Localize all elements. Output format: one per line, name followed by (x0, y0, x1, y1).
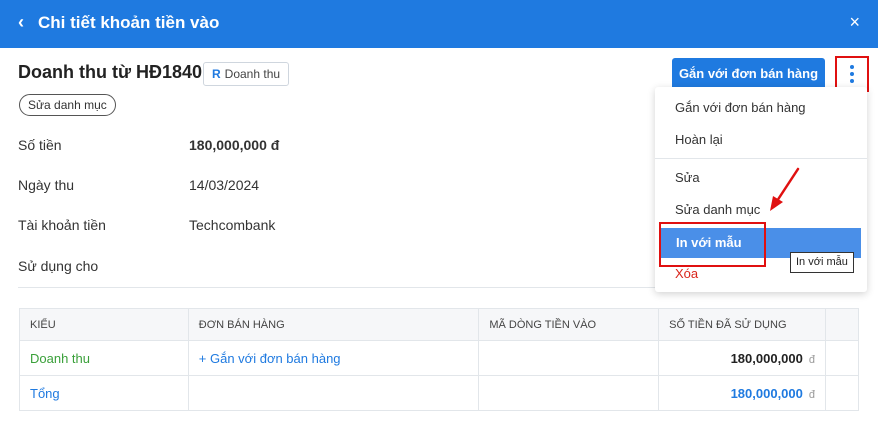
modal-header: ‹ Chi tiết khoản tiền vào × (0, 0, 878, 48)
category-tag: R Doanh thu (203, 62, 290, 86)
table-row: Doanh thu + Gắn với đơn bán hàng 180,000… (19, 340, 859, 376)
category-tag-letter: R (212, 67, 221, 81)
more-options-icon[interactable] (840, 61, 864, 87)
print-template-tooltip: In với mẫu (790, 252, 854, 273)
back-icon[interactable]: ‹ (18, 12, 24, 33)
column-header-amount: SỐ TIỀN ĐÃ SỬ DỤNG (658, 308, 826, 341)
row-amount: 180,000,000 (730, 350, 803, 366)
annotation-arrow-icon (770, 167, 800, 211)
allocation-table: KIỂU ĐƠN BÁN HÀNG MÃ DÒNG TIỀN VÀO SỐ TI… (19, 308, 859, 411)
document-title: Doanh thu từ HĐ1840 (18, 62, 203, 82)
divider (18, 287, 658, 288)
print-template-highlight (659, 222, 766, 267)
menu-divider (655, 158, 867, 159)
account-label: Tài khoản tiền (18, 217, 106, 233)
row-empty (825, 340, 859, 376)
row-code (478, 340, 660, 376)
table-header-row: KIỂU ĐƠN BÁN HÀNG MÃ DÒNG TIỀN VÀO SỐ TI… (19, 308, 859, 341)
row-type: Doanh thu (19, 340, 189, 376)
amount-label: Số tiền (18, 137, 62, 153)
close-icon[interactable]: × (849, 12, 860, 33)
usage-label: Sử dụng cho (18, 258, 99, 274)
date-value: 14/03/2024 (189, 177, 260, 193)
link-order-link[interactable]: + Gắn với đơn bán hàng (199, 351, 341, 366)
total-amount: 180,000,000 (730, 385, 803, 401)
row-currency: đ (808, 353, 815, 366)
table-total-row: Tổng 180,000,000 đ (19, 375, 859, 411)
menu-item-refund[interactable]: Hoàn lại (655, 125, 867, 155)
menu-item-link-order[interactable]: Gắn với đơn bán hàng (655, 93, 867, 123)
date-label: Ngày thu (18, 177, 75, 193)
account-value: Techcombank (189, 217, 276, 233)
total-label: Tổng (19, 375, 189, 411)
edit-category-chip[interactable]: Sửa danh mục (19, 94, 116, 116)
column-header-empty (825, 308, 859, 341)
column-header-type: KIỂU (19, 308, 189, 341)
column-header-code: MÃ DÒNG TIỀN VÀO (478, 308, 660, 341)
column-header-order: ĐƠN BÁN HÀNG (187, 308, 480, 341)
amount-value: 180,000,000 đ (189, 137, 280, 153)
category-tag-label: Doanh thu (224, 67, 281, 81)
modal-title: Chi tiết khoản tiền vào (38, 13, 220, 32)
link-sales-order-button[interactable]: Gắn với đơn bán hàng (672, 58, 825, 90)
total-currency: đ (808, 388, 815, 401)
